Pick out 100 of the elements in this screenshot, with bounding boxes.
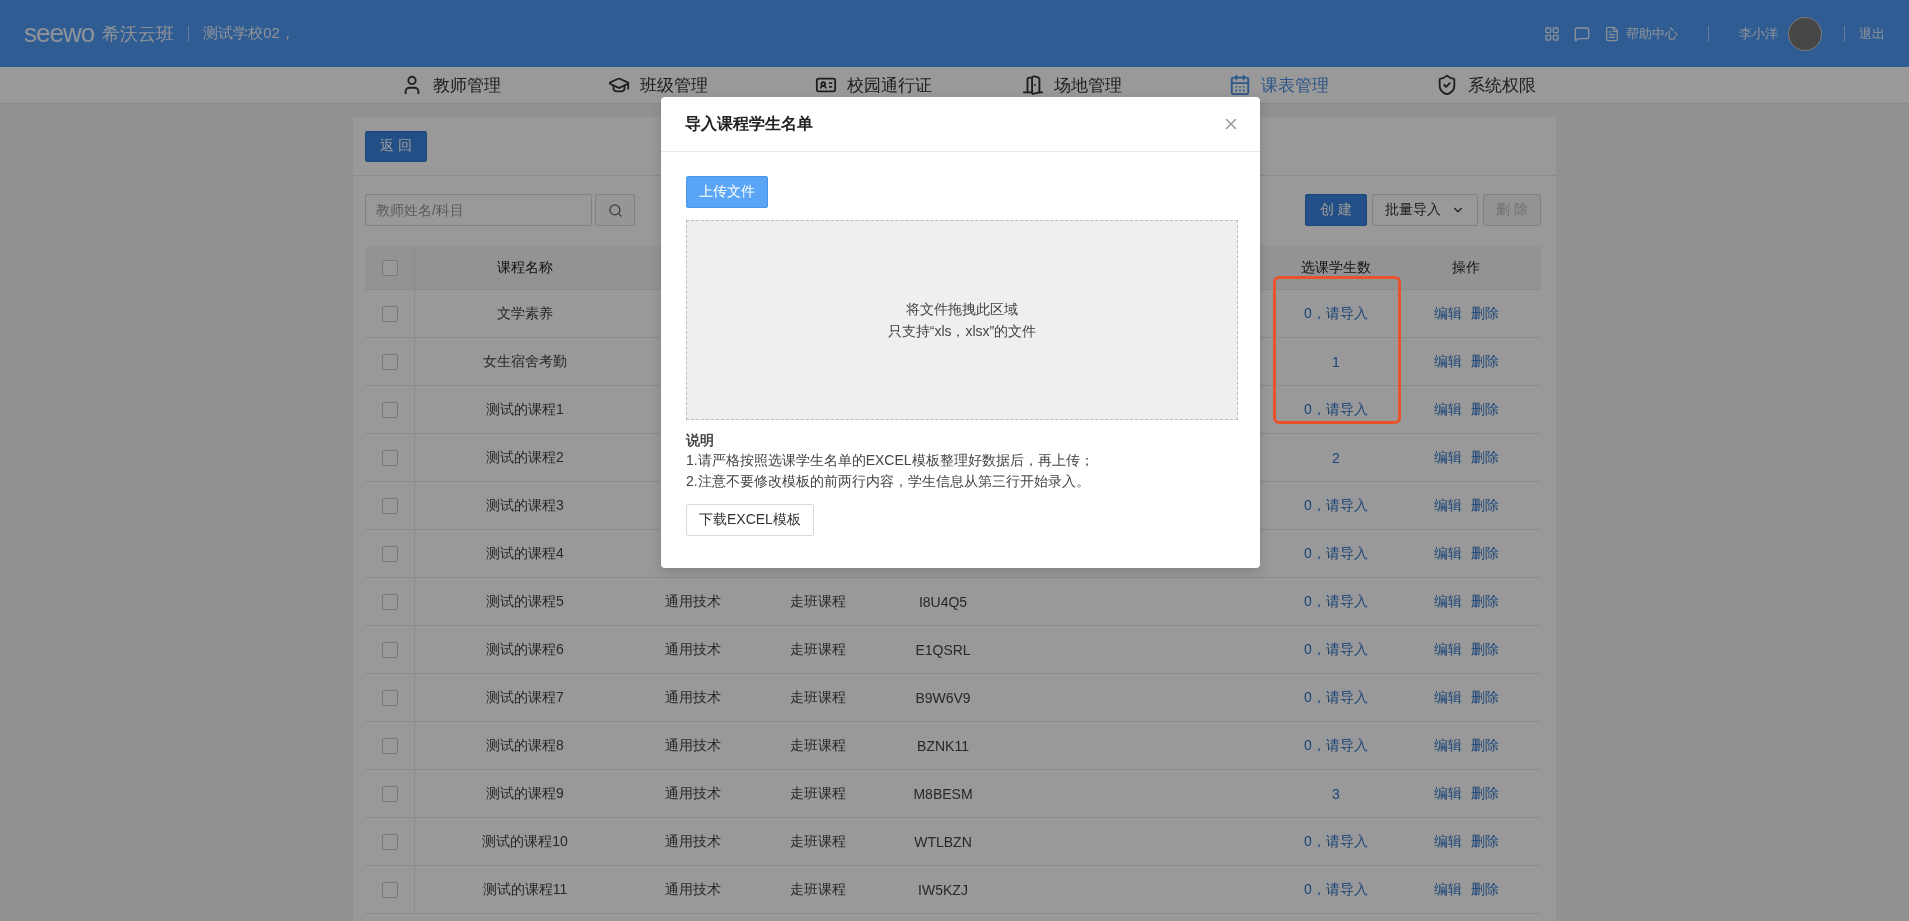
student-count-link[interactable]: 0，请导入 <box>1304 832 1368 851</box>
row-checkbox[interactable] <box>381 833 398 850</box>
message-icon[interactable] <box>1574 25 1590 42</box>
door-icon <box>1022 74 1044 96</box>
delete-link[interactable]: 删除 <box>1470 688 1499 707</box>
table-cell-text: 通用技术 <box>664 687 722 707</box>
edit-link[interactable]: 编辑 <box>1433 640 1462 659</box>
nav-tab[interactable]: 课表管理 <box>1229 73 1436 97</box>
row-checkbox[interactable] <box>381 785 398 802</box>
help-center-link[interactable]: 帮助中心 <box>1626 24 1678 43</box>
row-checkbox[interactable] <box>381 545 398 562</box>
row-checkbox[interactable] <box>381 641 398 658</box>
table-cell-text: WTLBZN <box>913 832 973 852</box>
row-checkbox[interactable] <box>381 881 398 898</box>
table-cell-text: 测试的课程11 <box>481 879 569 899</box>
document-icon[interactable] <box>1604 25 1620 42</box>
table-cell-text: BZNK11 <box>916 736 970 756</box>
table-cell-text: 走班课程 <box>789 783 847 803</box>
student-count-link[interactable]: 0，请导入 <box>1304 400 1368 419</box>
column-header: 操作 <box>1451 257 1481 277</box>
table-cell-text: 通用技术 <box>664 639 722 659</box>
student-count-link[interactable]: 1 <box>1332 353 1340 370</box>
student-count-link[interactable]: 0，请导入 <box>1304 688 1368 707</box>
row-checkbox[interactable] <box>381 449 398 466</box>
row-checkbox[interactable] <box>381 737 398 754</box>
row-checkbox[interactable] <box>381 593 398 610</box>
table-cell-text: 走班课程 <box>789 591 847 611</box>
delete-link[interactable]: 删除 <box>1470 448 1499 467</box>
edit-link[interactable]: 编辑 <box>1433 448 1462 467</box>
create-button[interactable]: 创 建 <box>1305 194 1368 226</box>
upload-file-button[interactable]: 上传文件 <box>686 176 768 208</box>
brand-logo: seewo <box>24 18 95 49</box>
student-count-link[interactable]: 3 <box>1332 785 1340 802</box>
table-cell-text: M8BESM <box>912 784 974 804</box>
student-count-link[interactable]: 0，请导入 <box>1304 496 1368 515</box>
student-count-link[interactable]: 0，请导入 <box>1304 544 1368 563</box>
calendar-icon <box>1229 74 1251 96</box>
student-count-link[interactable]: 0，请导入 <box>1304 592 1368 611</box>
edit-link[interactable]: 编辑 <box>1433 304 1462 323</box>
edit-link[interactable]: 编辑 <box>1433 880 1462 899</box>
nav-tab[interactable]: 校园通行证 <box>815 73 1022 97</box>
delete-link[interactable]: 删除 <box>1470 496 1499 515</box>
row-checkbox[interactable] <box>381 353 398 370</box>
table-cell-text: 走班课程 <box>789 639 847 659</box>
student-count-link[interactable]: 2 <box>1332 449 1340 466</box>
table-cell-text: 测试的课程4 <box>485 543 565 563</box>
delete-link[interactable]: 删除 <box>1470 352 1499 371</box>
student-count-link[interactable]: 0，请导入 <box>1304 304 1368 323</box>
edit-link[interactable]: 编辑 <box>1433 352 1462 371</box>
avatar[interactable] <box>1788 16 1822 51</box>
table-cell-text: 测试的课程8 <box>485 735 565 755</box>
student-count-link[interactable]: 0，请导入 <box>1304 640 1368 659</box>
bulk-import-dropdown[interactable]: 批量导入 <box>1372 194 1479 226</box>
delete-link[interactable]: 删除 <box>1470 784 1499 803</box>
edit-link[interactable]: 编辑 <box>1433 736 1462 755</box>
edit-link[interactable]: 编辑 <box>1433 784 1462 803</box>
delete-link[interactable]: 删除 <box>1470 304 1499 323</box>
delete-link[interactable]: 删除 <box>1470 592 1499 611</box>
delete-link[interactable]: 删除 <box>1470 640 1499 659</box>
table-cell-text: IW5KZJ <box>917 880 969 900</box>
back-button[interactable]: 返 回 <box>365 130 427 162</box>
search-button[interactable] <box>595 194 635 226</box>
note-text: 1.请严格按照选课学生名单的EXCEL模板整理好数据后，再上传； <box>686 451 1095 470</box>
column-header: 课程名称 <box>496 257 554 277</box>
table-cell-text: 通用技术 <box>664 591 722 611</box>
student-count-link[interactable]: 0，请导入 <box>1304 880 1368 899</box>
select-all-checkbox[interactable] <box>381 259 398 276</box>
table-cell-text: 女生宿舍考勤 <box>482 351 568 371</box>
edit-link[interactable]: 编辑 <box>1433 592 1462 611</box>
dialog-title: 导入课程学生名单 <box>685 113 813 134</box>
student-count-link[interactable]: 0，请导入 <box>1304 736 1368 755</box>
search-field[interactable]: 教师姓名/科目 <box>365 194 592 226</box>
delete-link[interactable]: 删除 <box>1470 832 1499 851</box>
edit-link[interactable]: 编辑 <box>1433 832 1462 851</box>
download-template-button[interactable]: 下载EXCEL模板 <box>686 504 814 536</box>
drop-zone-hint: 将文件拖拽此区域 <box>906 300 1018 319</box>
delete-link[interactable]: 删除 <box>1470 880 1499 899</box>
table-cell-text: 通用技术 <box>664 879 722 899</box>
grid-icon[interactable] <box>1544 25 1560 42</box>
edit-link[interactable]: 编辑 <box>1433 496 1462 515</box>
table-cell-text: 测试的课程1 <box>485 399 565 419</box>
delete-link[interactable]: 删除 <box>1470 400 1499 419</box>
row-checkbox[interactable] <box>381 497 398 514</box>
nav-tab[interactable]: 场地管理 <box>1022 73 1229 97</box>
row-checkbox[interactable] <box>381 689 398 706</box>
shield-icon <box>1436 74 1458 96</box>
edit-link[interactable]: 编辑 <box>1433 688 1462 707</box>
logout-link[interactable]: 退出 <box>1859 24 1885 43</box>
nav-tab[interactable]: 班级管理 <box>608 73 815 97</box>
delete-link[interactable]: 删除 <box>1470 736 1499 755</box>
drop-zone[interactable]: 将文件拖拽此区域 只支持“xls，xlsx”的文件 <box>686 220 1238 420</box>
table-cell-text: 测试的课程5 <box>485 591 565 611</box>
nav-tab[interactable]: 系统权限 <box>1436 73 1643 97</box>
drop-zone-hint: 只支持“xls，xlsx”的文件 <box>887 322 1037 341</box>
row-checkbox[interactable] <box>381 401 398 418</box>
delete-link[interactable]: 删除 <box>1470 544 1499 563</box>
edit-link[interactable]: 编辑 <box>1433 400 1462 419</box>
nav-tab[interactable]: 教师管理 <box>401 73 608 97</box>
edit-link[interactable]: 编辑 <box>1433 544 1462 563</box>
row-checkbox[interactable] <box>381 305 398 322</box>
